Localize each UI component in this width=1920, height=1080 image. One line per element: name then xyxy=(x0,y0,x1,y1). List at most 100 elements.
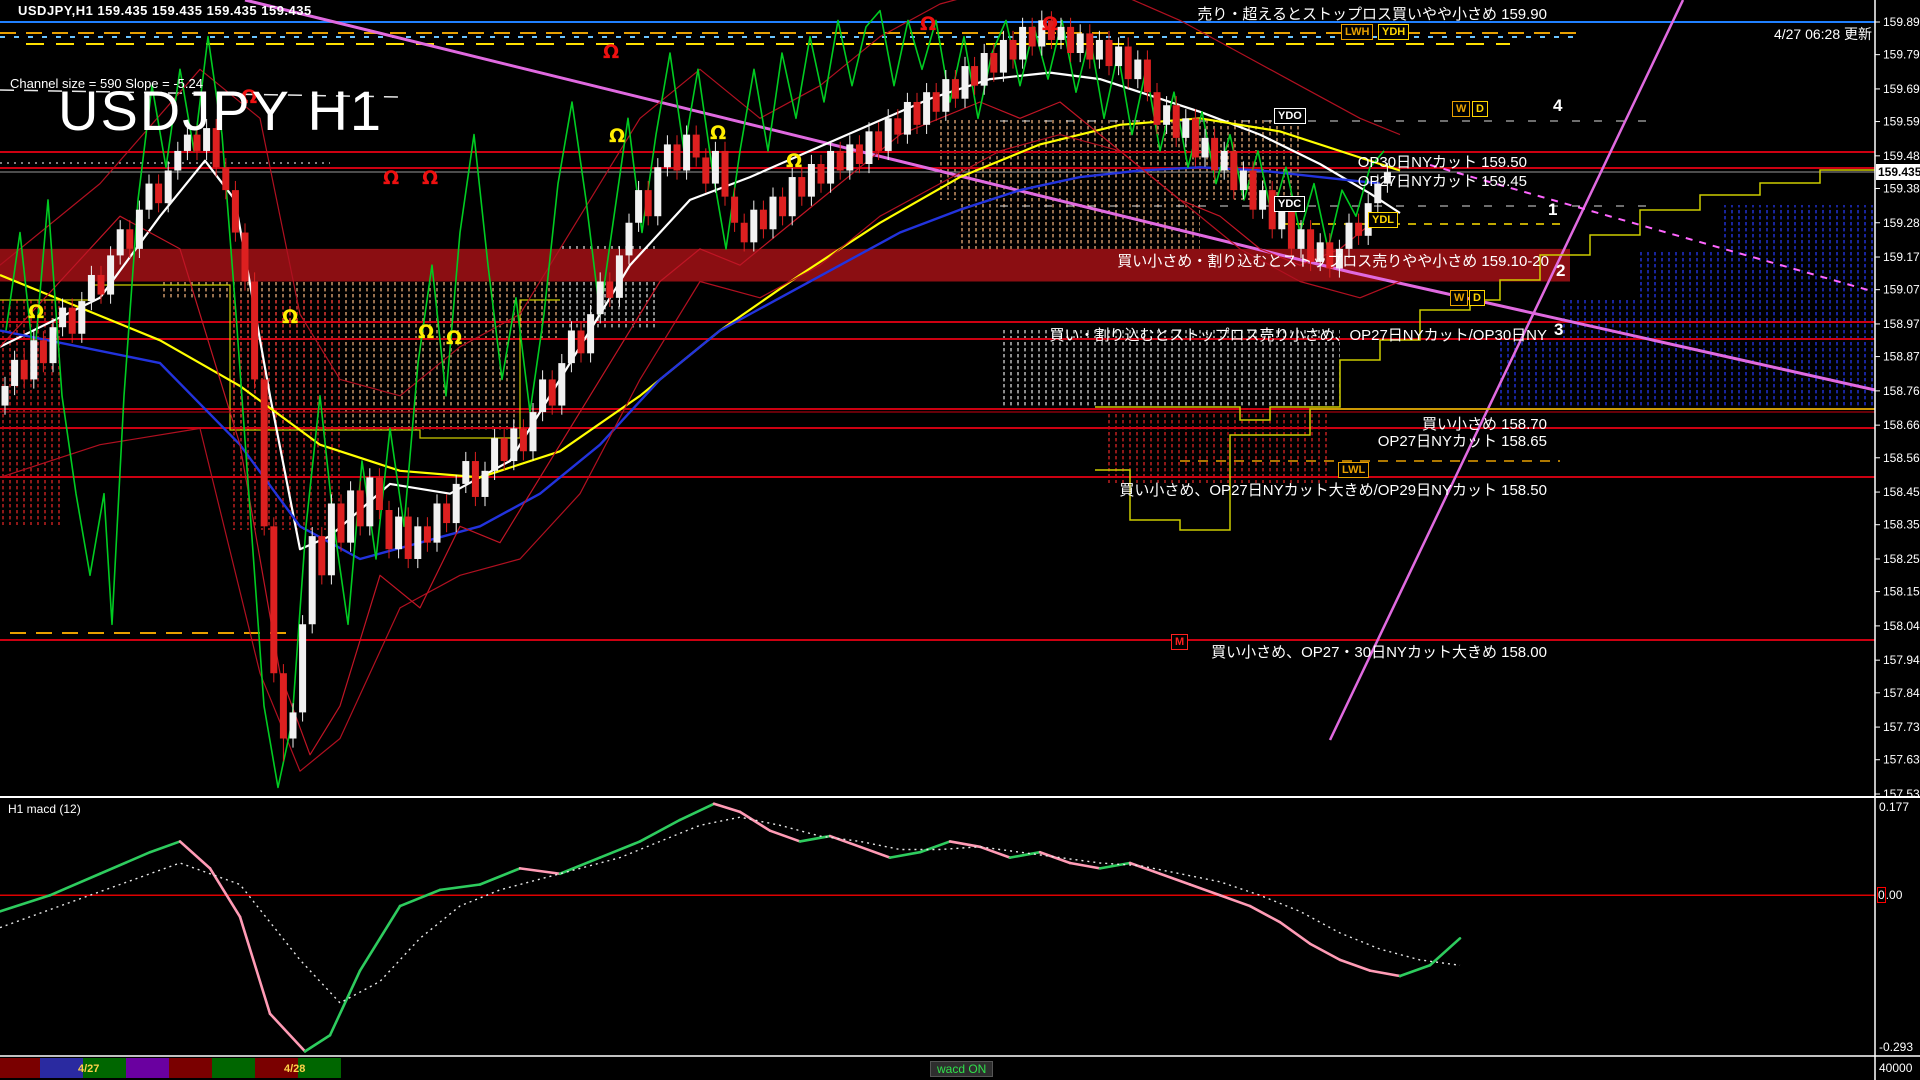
candle-body xyxy=(635,190,643,223)
wave-number-marker: 1 xyxy=(1548,200,1558,219)
candle-body xyxy=(356,490,364,527)
axis-tick-label[interactable]: 158.660 xyxy=(1883,418,1920,432)
candle-body xyxy=(548,379,556,406)
axis-tick-label[interactable]: 157.735 xyxy=(1883,720,1920,734)
axis-tick-label[interactable]: 159.690 xyxy=(1883,82,1920,96)
price-annotation: 買い小さめ、OP27・30日NYカット大きめ 158.00 xyxy=(1211,644,1547,661)
candle-body xyxy=(606,281,614,298)
axis-tick-label[interactable]: 158.150 xyxy=(1883,585,1920,599)
candle-body xyxy=(308,536,316,625)
candle-body xyxy=(11,359,19,386)
candle-body xyxy=(289,712,297,739)
candle-body xyxy=(145,183,153,210)
price-annotation: 買い・割り込むとストップロス売り小さめ、OP27日NYカット/OP30日NY xyxy=(1049,327,1547,344)
session-block[interactable] xyxy=(0,1058,40,1078)
candle-body xyxy=(942,79,950,112)
candle-body xyxy=(663,144,671,168)
candle-body xyxy=(30,340,38,380)
omega-marker: Ω xyxy=(383,167,399,189)
axis-tick-label[interactable]: 159.175 xyxy=(1883,250,1920,264)
chart-title-ohlc: USDJPY,H1 159.435 159.435 159.435 159.43… xyxy=(18,3,312,18)
macd-main-segment xyxy=(98,850,152,876)
axis-tick-label[interactable]: 159.590 xyxy=(1883,115,1920,129)
candle-body xyxy=(769,196,777,230)
candle-body xyxy=(1220,150,1228,171)
axis-tick-label[interactable]: 158.870 xyxy=(1883,350,1920,364)
axis-tick-label[interactable]: 157.530 xyxy=(1883,787,1920,801)
session-block[interactable] xyxy=(169,1058,212,1078)
axis-tick-label[interactable]: 159.795 xyxy=(1883,48,1920,62)
candle-body xyxy=(577,330,585,354)
candle-body xyxy=(1163,105,1171,125)
candle-body xyxy=(1230,150,1238,191)
session-block[interactable] xyxy=(212,1058,255,1078)
candle-body xyxy=(87,274,95,302)
candle-body xyxy=(836,150,844,171)
candle-body xyxy=(721,150,729,197)
omega-marker: Ω xyxy=(603,41,619,63)
level-tag-ydl: YDL xyxy=(1368,212,1398,228)
macd-main-segment xyxy=(268,1012,307,1053)
candle-body xyxy=(615,255,623,298)
level-tag-lwl: LWL xyxy=(1338,462,1370,478)
chart-canvas[interactable]: ΩΩΩΩΩΩΩΩΩΩΩΩΩ4/274/28159.895159.795159.6… xyxy=(0,0,1920,1080)
wacd-status-button[interactable]: wacd ON xyxy=(930,1061,994,1077)
candle-body xyxy=(59,307,67,328)
symbol-watermark: USDJPY H1 xyxy=(58,79,384,142)
candle-body xyxy=(923,92,931,125)
macd-max-label: 0.177 xyxy=(1879,800,1910,814)
candle-body xyxy=(164,170,172,204)
candle-body xyxy=(788,177,796,217)
axis-tick-label[interactable]: 159.280 xyxy=(1883,216,1920,230)
macd-main-segment xyxy=(1128,861,1162,876)
macd-main-segment xyxy=(638,818,682,843)
axis-tick-label[interactable]: 157.940 xyxy=(1883,653,1920,667)
session-block[interactable] xyxy=(126,1058,169,1078)
axis-tick-label[interactable]: 158.970 xyxy=(1883,317,1920,331)
current-price-box: 159.435 xyxy=(1876,164,1920,180)
price-annotation: 買い小さめ・割り込むとストップロス売りやや小さめ 159.10-20 xyxy=(1117,253,1549,270)
candle-body xyxy=(260,379,268,527)
candle-body xyxy=(500,438,508,462)
omega-marker: Ω xyxy=(609,125,625,147)
macd-main-segment xyxy=(948,840,982,849)
omega-marker: Ω xyxy=(786,150,802,172)
axis-tick-label[interactable]: 158.560 xyxy=(1883,451,1920,465)
axis-tick-label[interactable]: 159.895 xyxy=(1883,15,1920,29)
axis-tick-label[interactable]: 158.355 xyxy=(1883,518,1920,532)
candle-body xyxy=(673,144,681,171)
level-tag-ydc: YDC xyxy=(1274,196,1306,212)
macd-zero-label: 0.00 xyxy=(1877,887,1902,904)
axis-tick-label[interactable]: 159.485 xyxy=(1883,149,1920,163)
macd-main-segment xyxy=(1188,883,1222,897)
axis-tick-label[interactable]: 157.635 xyxy=(1883,753,1920,767)
candle-body xyxy=(251,281,259,380)
axis-tick-label[interactable]: 158.250 xyxy=(1883,552,1920,566)
update-timestamp: 4/27 06:28 更新 xyxy=(1773,26,1872,42)
macd-main-segment xyxy=(678,802,716,822)
candle-body xyxy=(1115,46,1123,67)
candle-body xyxy=(1191,118,1199,158)
macd-min-label: -0.293 xyxy=(1879,1040,1914,1054)
level-tag-ydo: YDO xyxy=(1274,108,1306,124)
axis-tick-label[interactable]: 159.385 xyxy=(1883,181,1920,195)
session-block[interactable] xyxy=(40,1058,83,1078)
axis-tick-label[interactable]: 159.075 xyxy=(1883,283,1920,297)
axis-tick-label[interactable]: 157.840 xyxy=(1883,686,1920,700)
candle-body xyxy=(97,274,105,295)
macd-main-segment xyxy=(798,834,832,843)
candle-body xyxy=(68,307,76,334)
axis-tick-label[interactable]: 158.455 xyxy=(1883,485,1920,499)
axis-tick-label[interactable]: 158.045 xyxy=(1883,619,1920,633)
macd-main-segment xyxy=(48,872,102,897)
date-label[interactable]: 4/28 xyxy=(284,1063,305,1075)
candle-body xyxy=(462,461,470,484)
macd-signal-line xyxy=(0,816,1461,1004)
macd-main-segment xyxy=(738,810,772,832)
date-label[interactable]: 4/27 xyxy=(78,1063,99,1075)
candle-body xyxy=(999,39,1007,73)
candle-body xyxy=(519,428,527,452)
axis-tick-label[interactable]: 158.765 xyxy=(1883,384,1920,398)
macd-main-segment xyxy=(148,840,182,854)
macd-main-segment xyxy=(1368,969,1402,978)
